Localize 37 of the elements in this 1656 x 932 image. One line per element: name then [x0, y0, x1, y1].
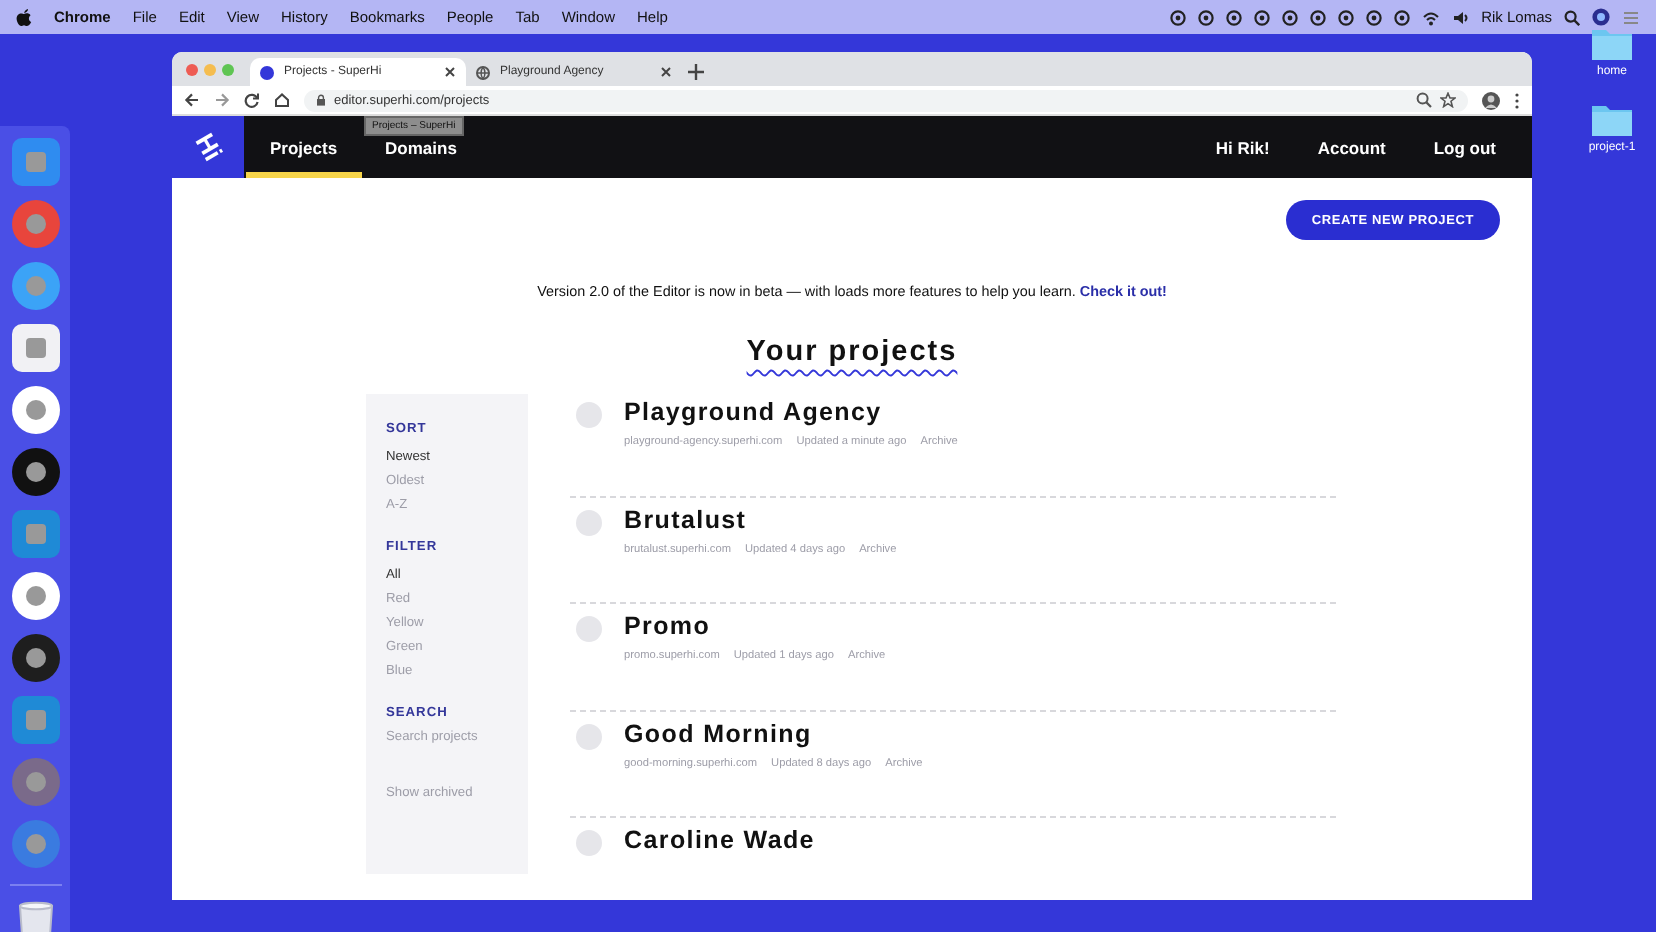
project-name[interactable]: Good Morning — [624, 719, 923, 747]
page-heading: Your projects — [746, 336, 958, 368]
logo[interactable]: Hi — [172, 116, 244, 178]
app-icon[interactable] — [9, 446, 61, 498]
star-icon[interactable] — [1440, 92, 1456, 108]
greeting: Hi Rik! — [1213, 135, 1272, 161]
app-icon[interactable] — [9, 322, 61, 374]
nav-link[interactable]: Log out — [1409, 116, 1532, 178]
project-name[interactable]: Caroline Wade — [624, 826, 815, 854]
globe-icon — [476, 65, 490, 79]
app-icon[interactable] — [9, 632, 61, 684]
home-icon[interactable] — [274, 92, 290, 108]
reload-icon[interactable] — [244, 92, 260, 108]
zoom-icon[interactable] — [1416, 92, 1432, 108]
avatar-icon[interactable] — [1482, 91, 1500, 109]
close-icon[interactable] — [660, 66, 672, 78]
close-icon[interactable] — [444, 66, 456, 78]
project-name[interactable]: Playground Agency — [624, 398, 958, 426]
search-icon[interactable] — [1564, 9, 1580, 25]
back-icon[interactable] — [184, 92, 200, 108]
project-name[interactable]: Promo — [624, 612, 886, 640]
nav-link[interactable]: Projects — [246, 116, 362, 178]
app-icon[interactable] — [9, 570, 61, 622]
favicon-icon — [260, 65, 274, 79]
project-name[interactable]: Brutalust — [624, 505, 897, 533]
lock-icon — [316, 94, 326, 106]
app-icon[interactable] — [9, 384, 61, 436]
nav-link[interactable]: Account — [1293, 116, 1410, 178]
forward-icon[interactable] — [214, 92, 230, 108]
folder-icon[interactable] — [1590, 102, 1634, 138]
more-icon[interactable] — [1514, 91, 1520, 109]
siri-icon[interactable] — [1592, 8, 1610, 26]
new-tab-icon[interactable] — [682, 58, 710, 86]
volume-icon[interactable] — [1451, 9, 1470, 25]
wifi-icon[interactable] — [1421, 9, 1440, 25]
apple-icon[interactable] — [16, 8, 32, 26]
folder-icon[interactable] — [1590, 26, 1634, 62]
